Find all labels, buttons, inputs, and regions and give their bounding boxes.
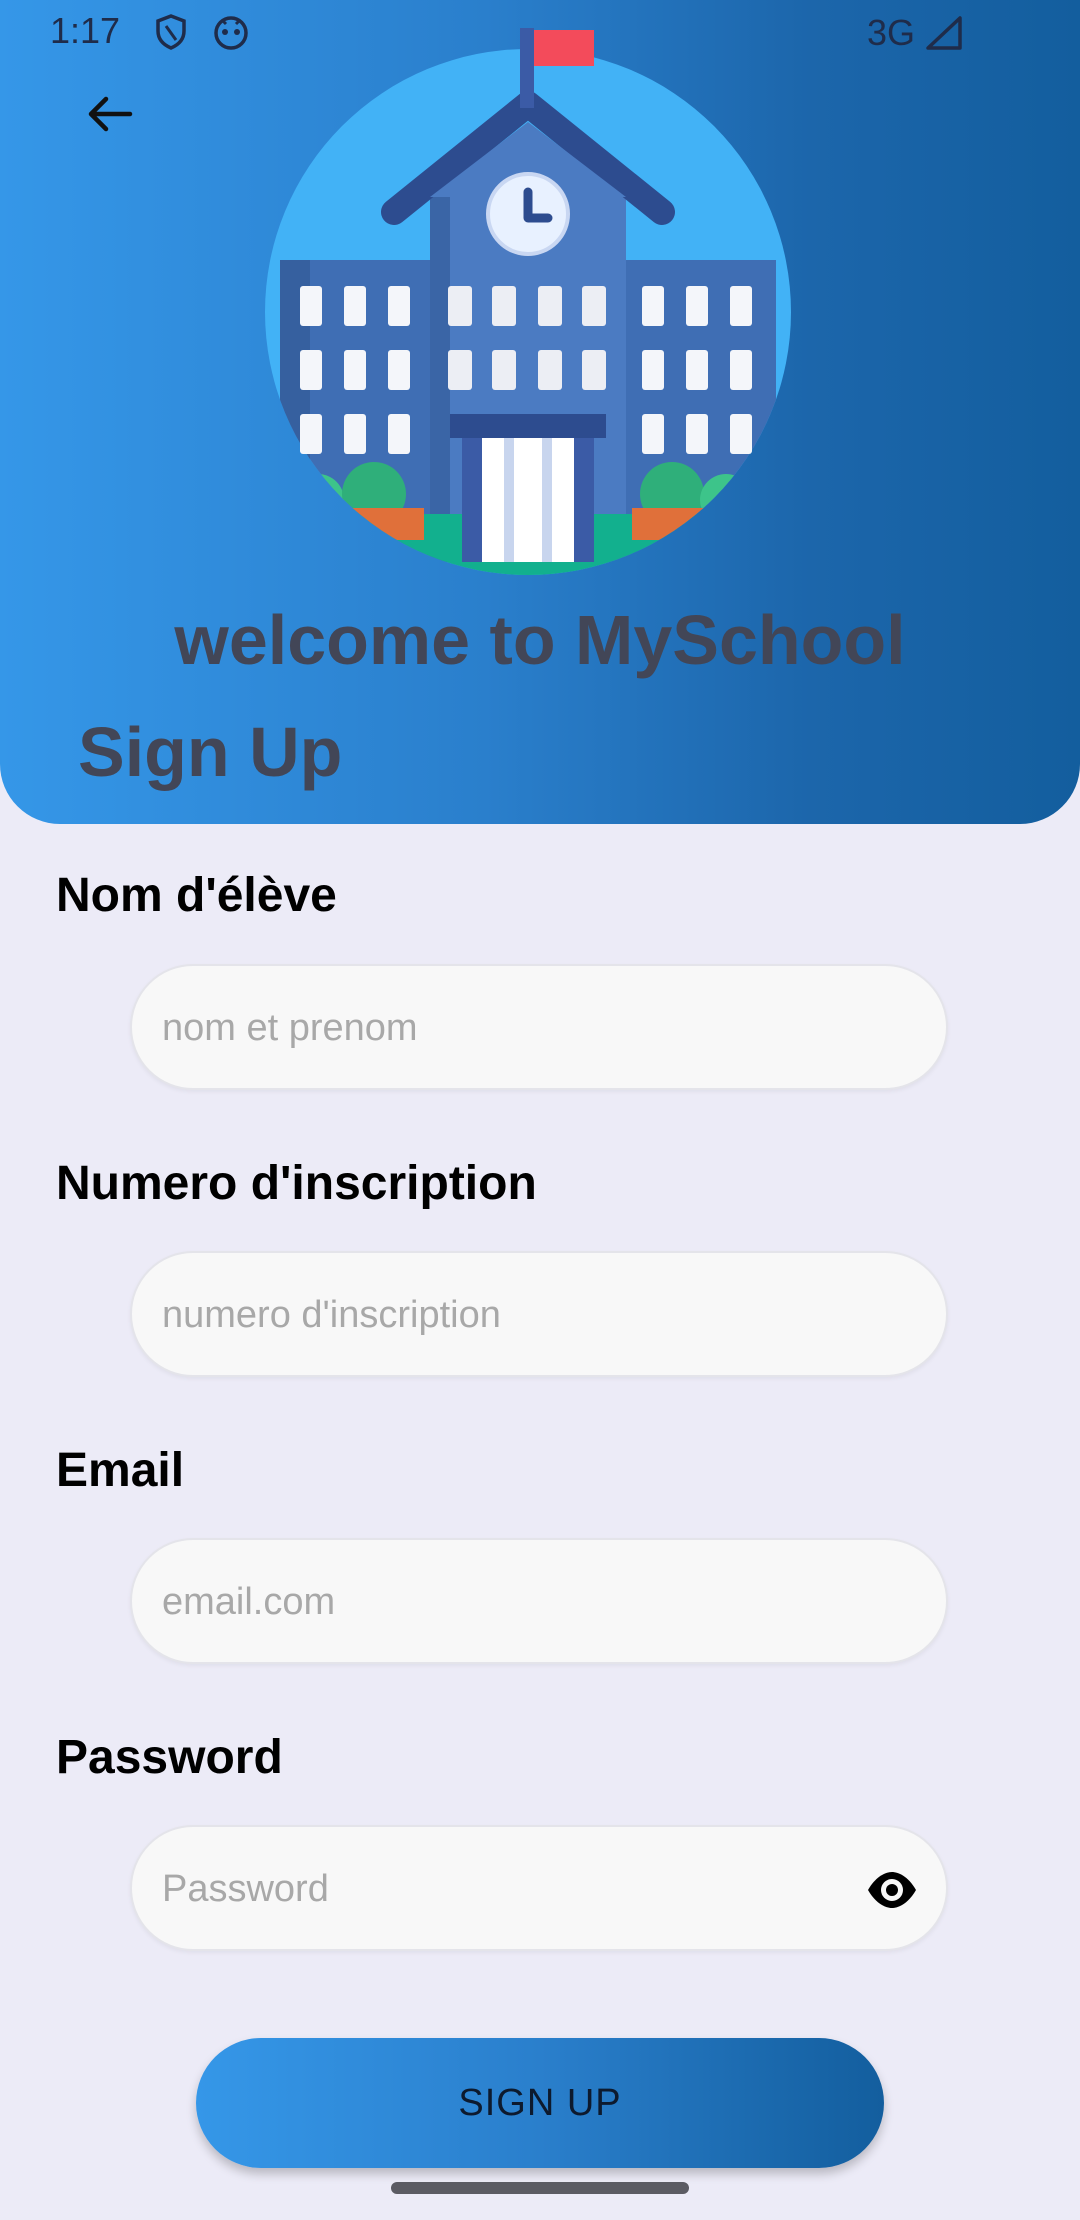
registration-number-input[interactable]	[160, 1253, 864, 1377]
password-label: Password	[56, 1731, 283, 1784]
back-arrow-icon[interactable]	[80, 84, 140, 144]
signal-icon	[926, 16, 962, 55]
password-input[interactable]	[160, 1827, 804, 1951]
email-field[interactable]	[130, 1538, 948, 1664]
status-time: 1:17	[50, 10, 121, 51]
student-name-field[interactable]	[130, 964, 948, 1090]
network-type: 3G	[867, 12, 916, 53]
registration-number-label: Numero d'inscription	[56, 1157, 537, 1210]
email-input[interactable]	[160, 1540, 864, 1664]
eye-icon[interactable]	[866, 1864, 918, 1916]
welcome-heading: welcome to MySchool	[174, 601, 906, 679]
android-face-icon	[212, 14, 250, 55]
student-name-label: Nom d'élève	[56, 869, 337, 922]
password-field[interactable]	[130, 1825, 948, 1951]
sign-up-button[interactable]: SIGN UP	[196, 2038, 884, 2168]
shield-icon	[154, 14, 188, 55]
student-name-input[interactable]	[160, 966, 864, 1090]
school-illustration	[264, 22, 792, 582]
header-banner: 1:17 3G welcome to MySchool Sign Up	[0, 0, 1080, 824]
home-indicator[interactable]	[391, 2182, 689, 2194]
email-label: Email	[56, 1444, 185, 1497]
page-title: Sign Up	[78, 713, 343, 791]
registration-number-field[interactable]	[130, 1251, 948, 1377]
